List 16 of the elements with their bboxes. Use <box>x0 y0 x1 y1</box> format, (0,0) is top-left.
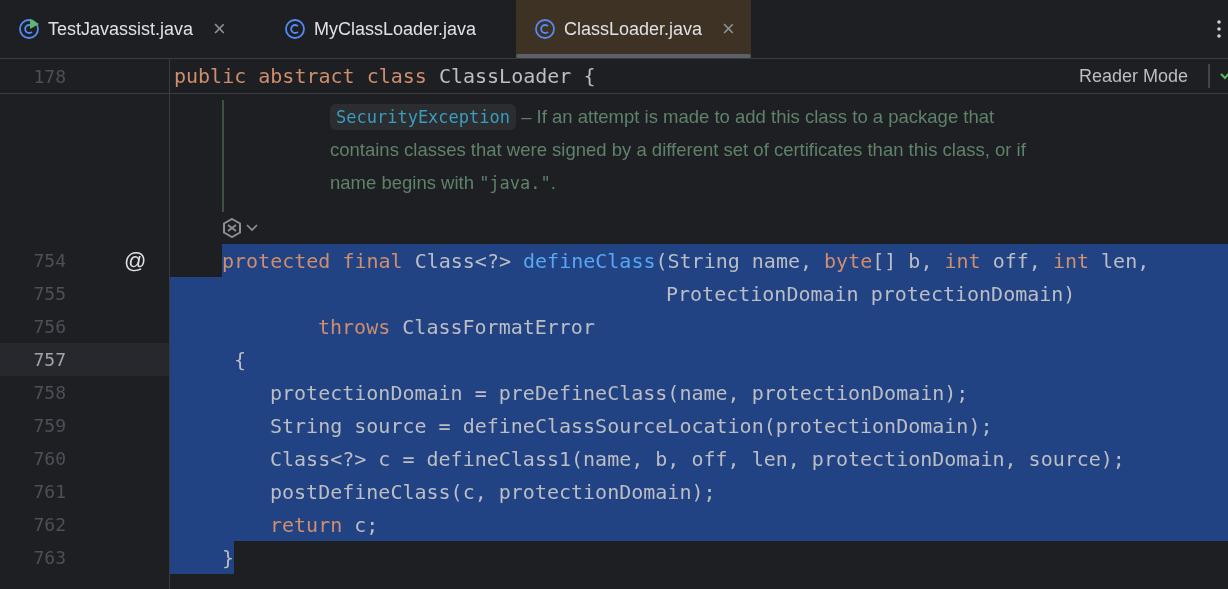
hint-icon[interactable] <box>222 218 242 238</box>
line-number: 757 <box>32 349 66 370</box>
chevron-down-icon[interactable] <box>246 224 258 232</box>
code-line: public abstract class ClassLoader { <box>174 63 596 90</box>
annotation-icon[interactable]: @ <box>124 247 147 274</box>
editor-tab[interactable]: ClassLoader.java × <box>516 0 751 58</box>
reader-mode-button[interactable]: Reader Mode <box>1078 65 1208 87</box>
class-icon <box>283 18 306 40</box>
class-run-icon <box>18 18 40 40</box>
close-icon[interactable]: × <box>722 16 735 42</box>
close-icon[interactable]: × <box>213 16 226 42</box>
editor-tab[interactable]: TestJavassist.java × <box>0 0 242 58</box>
editor-tab[interactable]: MyClassLoader.java <box>265 0 492 58</box>
class-icon <box>534 18 556 40</box>
more-menu-icon[interactable] <box>1216 19 1222 39</box>
doc-comment: SecurityException – If an attempt is made to add this class to a package that contains classes that were signed by a different set of certificates than this class, or if name begins with "java.". <box>222 100 1228 212</box>
